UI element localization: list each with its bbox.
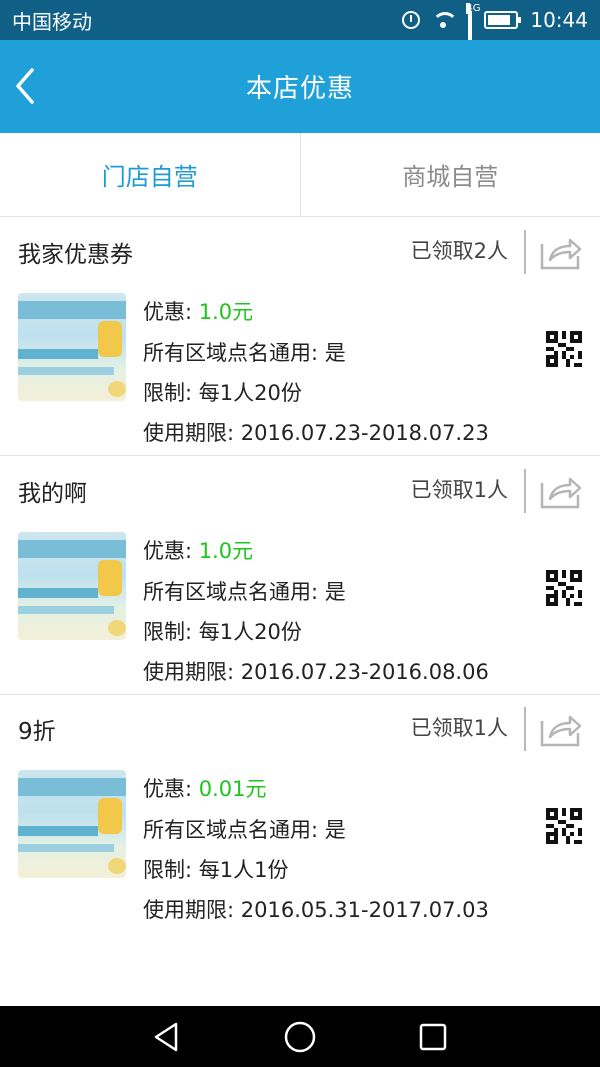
general-use-row: 所有区域点名通用: 是 [143,337,346,367]
status-icons: 4G 10:44 [402,3,588,59]
share-button[interactable] [538,709,582,749]
general-use-label: 所有区域点名通用: [143,818,319,842]
discount-row: 优惠: 1.0元 [143,535,253,565]
share-icon [540,477,582,509]
discount-value: 1.0元 [198,300,254,324]
coupon-thumbnail [18,293,126,401]
general-use-label: 所有区域点名通用: [143,341,319,365]
validity-label: 使用期限: [143,660,235,684]
general-use-row: 所有区域点名通用: 是 [143,814,346,844]
validity-row: 使用期限: 2016.07.23-2016.08.06 [143,656,489,686]
limit-row: 限制: 每1人1份 [143,854,289,884]
chevron-left-icon [16,68,34,104]
validity-label: 使用期限: [143,421,235,445]
share-icon [540,715,582,747]
general-use-value: 是 [324,818,346,842]
tab-mall-self-operated[interactable]: 商城自营 [299,133,600,216]
limit-value: 每1人20份 [198,381,302,405]
home-circle-icon [284,1021,316,1052]
tab-bar: 门店自营 商城自营 [0,133,600,217]
limit-label: 限制: [143,381,193,405]
claimed-count: 已领取1人 [410,716,508,740]
qr-code-icon[interactable] [546,570,582,606]
cellular-signal-icon: 4G [466,3,480,59]
back-triangle-icon [154,1022,177,1051]
claimed-count: 已领取2人 [410,239,508,263]
coupon-name: 9折 [18,719,56,745]
discount-label: 优惠: [143,539,193,563]
validity-end: 2018.07.23 [368,421,489,445]
nav-recents-button[interactable] [411,1015,455,1059]
general-use-label: 所有区域点名通用: [143,580,319,604]
qr-code-icon[interactable] [546,331,582,367]
share-button[interactable] [538,232,582,272]
general-use-row: 所有区域点名通用: 是 [143,576,346,606]
divider [524,230,526,274]
limit-value: 每1人20份 [198,620,302,644]
wifi-icon [432,12,459,28]
general-use-value: 是 [324,341,346,365]
status-time: 10:44 [530,8,588,32]
validity-separator: - [361,421,369,445]
coupon-thumbnail [18,532,126,640]
discount-label: 优惠: [143,300,193,324]
discount-row: 优惠: 0.01元 [143,773,267,803]
discount-label: 优惠: [143,777,193,801]
validity-end: 2017.07.03 [368,898,489,922]
tab-store-self-operated[interactable]: 门店自营 [0,133,300,216]
alarm-clock-icon [402,11,421,29]
qr-code-icon[interactable] [546,808,582,844]
coupon-card[interactable]: 9折 已领取1人 优惠: 0.01元 所有区域点名通用: 是 限制: 每1人1份… [0,695,600,933]
nav-home-button[interactable] [278,1015,322,1059]
limit-value: 每1人1份 [198,858,289,882]
general-use-value: 是 [324,580,346,604]
validity-separator: - [361,898,369,922]
coupon-name: 我的啊 [18,481,87,507]
validity-start: 2016.07.23 [240,421,362,445]
divider [524,707,526,751]
recents-square-icon [420,1023,447,1050]
validity-separator: - [361,660,369,684]
limit-row: 限制: 每1人20份 [143,616,302,646]
system-nav-bar [0,1006,600,1067]
limit-label: 限制: [143,620,193,644]
share-button[interactable] [538,471,582,511]
validity-row: 使用期限: 2016.07.23-2018.07.23 [143,417,489,447]
divider [524,469,526,513]
validity-row: 使用期限: 2016.05.31-2017.07.03 [143,894,489,924]
discount-value: 1.0元 [198,539,254,563]
share-icon [540,238,582,270]
limit-row: 限制: 每1人20份 [143,377,302,407]
back-button[interactable] [10,62,54,110]
app-header: 本店优惠 [0,40,600,133]
discount-value: 0.01元 [198,777,267,801]
battery-icon [484,11,522,29]
validity-start: 2016.05.31 [240,898,362,922]
claimed-count: 已领取1人 [410,478,508,502]
validity-start: 2016.07.23 [240,660,362,684]
page-title: 本店优惠 [245,74,354,104]
coupon-card[interactable]: 我家优惠券 已领取2人 优惠: 1.0元 所有区域点名通用: 是 限制: 每1人… [0,218,600,456]
coupon-name: 我家优惠券 [18,242,133,268]
discount-row: 优惠: 1.0元 [143,296,253,326]
carrier-name: 中国移动 [12,9,92,34]
validity-label: 使用期限: [143,898,235,922]
limit-label: 限制: [143,858,193,882]
status-bar: 中国移动 4G 10:44 [0,0,600,59]
coupon-card[interactable]: 我的啊 已领取1人 优惠: 1.0元 所有区域点名通用: 是 限制: 每1人20… [0,457,600,695]
coupon-thumbnail [18,770,126,878]
nav-back-button[interactable] [145,1015,189,1059]
validity-end: 2016.08.06 [368,660,489,684]
network-type-label: 4G [466,3,481,14]
